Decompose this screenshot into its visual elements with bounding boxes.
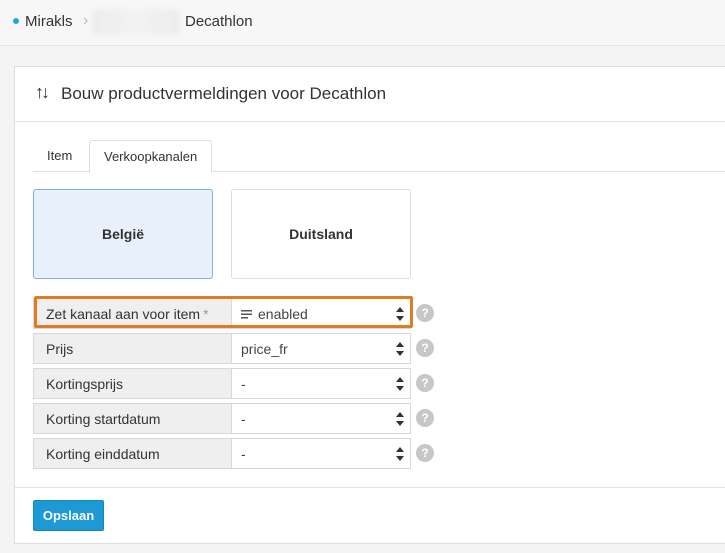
help-icon[interactable]: ? — [416, 409, 434, 427]
field-row-korting-startdatum: Korting startdatum - ? — [33, 403, 434, 434]
tab-bar: Item Verkoopkanalen — [33, 140, 725, 173]
breadcrumb-redacted — [92, 9, 180, 35]
field-row-channel-enabled: Zet kanaal aan voor item * enabled ? — [33, 298, 434, 329]
help-icon[interactable]: ? — [416, 374, 434, 392]
help-icon[interactable]: ? — [416, 444, 434, 462]
channel-card-belgie[interactable]: België — [33, 189, 213, 279]
korting-startdatum-select[interactable]: - — [231, 403, 411, 434]
select-value: - — [241, 446, 246, 462]
chevron-right-icon: › — [83, 12, 89, 29]
save-button[interactable]: Opslaan — [33, 500, 104, 531]
select-value: - — [241, 411, 246, 427]
help-icon[interactable]: ? — [416, 339, 434, 357]
field-label: Prijs — [33, 333, 231, 364]
sort-arrows-icon: ↑↓ — [35, 82, 50, 102]
breadcrumb-current: Decathlon — [185, 13, 253, 30]
listing-builder-panel: ↑↓ Bouw productvermeldingen voor Decathl… — [14, 66, 725, 544]
footer-divider — [15, 487, 725, 488]
prijs-select[interactable]: price_fr — [231, 333, 411, 364]
required-marker: * — [203, 306, 209, 322]
select-value: enabled — [258, 306, 308, 322]
kortingsprijs-select[interactable]: - — [231, 368, 411, 399]
field-row-prijs: Prijs price_fr ? — [33, 333, 434, 364]
field-label: Korting einddatum — [33, 438, 231, 469]
channel-card-duitsland[interactable]: Duitsland — [231, 189, 411, 279]
select-sort-icon — [396, 377, 404, 391]
help-icon[interactable]: ? — [416, 304, 434, 322]
status-dot-icon — [13, 18, 19, 24]
field-row-kortingsprijs: Kortingsprijs - ? — [33, 368, 434, 399]
tab-item[interactable]: Item — [33, 140, 86, 172]
select-sort-icon — [396, 412, 404, 426]
tab-verkoopkanalen[interactable]: Verkoopkanalen — [89, 140, 213, 173]
breadcrumb: Mirakls › Decathlon — [0, 0, 725, 46]
field-label-text: Zet kanaal aan voor item — [46, 306, 201, 322]
field-label: Korting startdatum — [33, 403, 231, 434]
breadcrumb-root[interactable]: Mirakls — [25, 13, 73, 30]
field-label: Kortingsprijs — [33, 368, 231, 399]
select-sort-icon — [396, 342, 404, 356]
page-title: Bouw productvermeldingen voor Decathlon — [61, 84, 387, 103]
field-row-korting-einddatum: Korting einddatum - ? — [33, 438, 434, 469]
channel-enabled-select[interactable]: enabled — [231, 298, 411, 329]
korting-einddatum-select[interactable]: - — [231, 438, 411, 469]
select-value: - — [241, 376, 246, 392]
panel-header: ↑↓ Bouw productvermeldingen voor Decathl… — [15, 67, 725, 122]
select-sort-icon — [396, 307, 404, 321]
select-sort-icon — [396, 447, 404, 461]
field-label: Zet kanaal aan voor item * — [33, 298, 231, 329]
select-value: price_fr — [241, 341, 288, 357]
text-lines-icon — [241, 310, 252, 319]
